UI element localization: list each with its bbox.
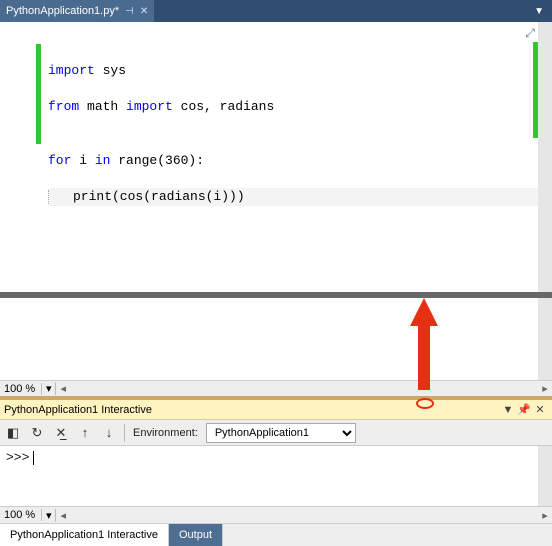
file-tab[interactable]: PythonApplication1.py* ⊣ ✕ bbox=[0, 0, 154, 22]
editor-lower-pane bbox=[0, 298, 552, 380]
kw-import: import bbox=[126, 99, 173, 114]
repl-prompt: >>> bbox=[6, 450, 29, 465]
kw-import: import bbox=[48, 63, 95, 78]
code-text: cos, radians bbox=[173, 99, 274, 114]
reset-icon[interactable]: ↻ bbox=[28, 423, 46, 443]
scroll-left-lower-icon[interactable]: ◂ bbox=[56, 509, 70, 522]
change-marker-gutter bbox=[36, 44, 41, 144]
panel-close-icon[interactable]: ✕ bbox=[532, 403, 548, 416]
panel-pin-icon[interactable]: 📌 bbox=[516, 403, 532, 416]
environment-label: Environment: bbox=[131, 427, 200, 439]
bottom-tab-interactive[interactable]: PythonApplication1 Interactive bbox=[0, 524, 169, 546]
tab-dropdown-icon[interactable]: ▼ bbox=[526, 6, 552, 17]
environment-select[interactable]: PythonApplication1 bbox=[206, 423, 356, 443]
bottom-tab-output-label: Output bbox=[179, 529, 212, 541]
interactive-panel-title: PythonApplication1 Interactive bbox=[4, 404, 500, 416]
bottom-tabstrip: PythonApplication1 Interactive Output bbox=[0, 524, 552, 546]
scroll-right-lower-icon[interactable]: ▸ bbox=[538, 509, 552, 522]
kw-for: for bbox=[48, 153, 71, 168]
code-text: math bbox=[79, 99, 126, 114]
expand-icon[interactable]: ⤢ bbox=[523, 26, 537, 40]
clear-icon[interactable]: ✕̲ bbox=[52, 423, 70, 443]
file-tab-label: PythonApplication1.py* bbox=[6, 5, 119, 17]
zoom-dropdown-lower-icon[interactable]: ▾ bbox=[42, 509, 56, 522]
history-up-icon[interactable]: ↑ bbox=[76, 423, 94, 443]
interactive-repl[interactable]: >>> bbox=[0, 446, 552, 506]
interactive-toolbar: ◧ ↻ ✕̲ ↑ ↓ Environment: PythonApplicatio… bbox=[0, 420, 552, 446]
zoom-dropdown-icon[interactable]: ▾ bbox=[42, 382, 56, 395]
indent-guide bbox=[48, 190, 49, 204]
bottom-tab-interactive-label: PythonApplication1 Interactive bbox=[10, 529, 158, 541]
panel-menu-icon[interactable]: ▼ bbox=[500, 404, 516, 416]
bottom-tab-output[interactable]: Output bbox=[169, 524, 223, 546]
zoom-bar: 100 % ▾ ◂ ▸ bbox=[0, 380, 552, 398]
kw-from: from bbox=[48, 99, 79, 114]
code-area[interactable]: import sys from math import cos, radians… bbox=[0, 22, 538, 224]
pin-icon[interactable]: ⊣ bbox=[125, 6, 134, 17]
toolbar-separator bbox=[124, 424, 125, 442]
code-editor[interactable]: ⤢ import sys from math import cos, radia… bbox=[0, 22, 552, 292]
zoom-level-lower: 100 % bbox=[0, 509, 42, 521]
zoom-bar-lower: 100 % ▾ ◂ ▸ bbox=[0, 506, 552, 524]
history-down-icon[interactable]: ↓ bbox=[100, 423, 118, 443]
change-marker-right bbox=[533, 42, 538, 138]
kw-in: in bbox=[95, 153, 111, 168]
close-icon[interactable]: ✕ bbox=[140, 6, 148, 17]
code-text: range(360): bbox=[110, 153, 204, 168]
repl-caret bbox=[33, 451, 34, 465]
code-text: sys bbox=[95, 63, 126, 78]
editor-tabbar: PythonApplication1.py* ⊣ ✕ ▼ bbox=[0, 0, 552, 22]
scroll-left-icon[interactable]: ◂ bbox=[56, 382, 70, 395]
code-text: i bbox=[71, 153, 94, 168]
code-text: print(cos(radians(i))) bbox=[73, 189, 245, 204]
new-icon[interactable]: ◧ bbox=[4, 423, 22, 443]
zoom-level: 100 % bbox=[0, 383, 42, 395]
scroll-right-icon[interactable]: ▸ bbox=[538, 382, 552, 395]
interactive-panel-header: PythonApplication1 Interactive ▼ 📌 ✕ bbox=[0, 398, 552, 420]
